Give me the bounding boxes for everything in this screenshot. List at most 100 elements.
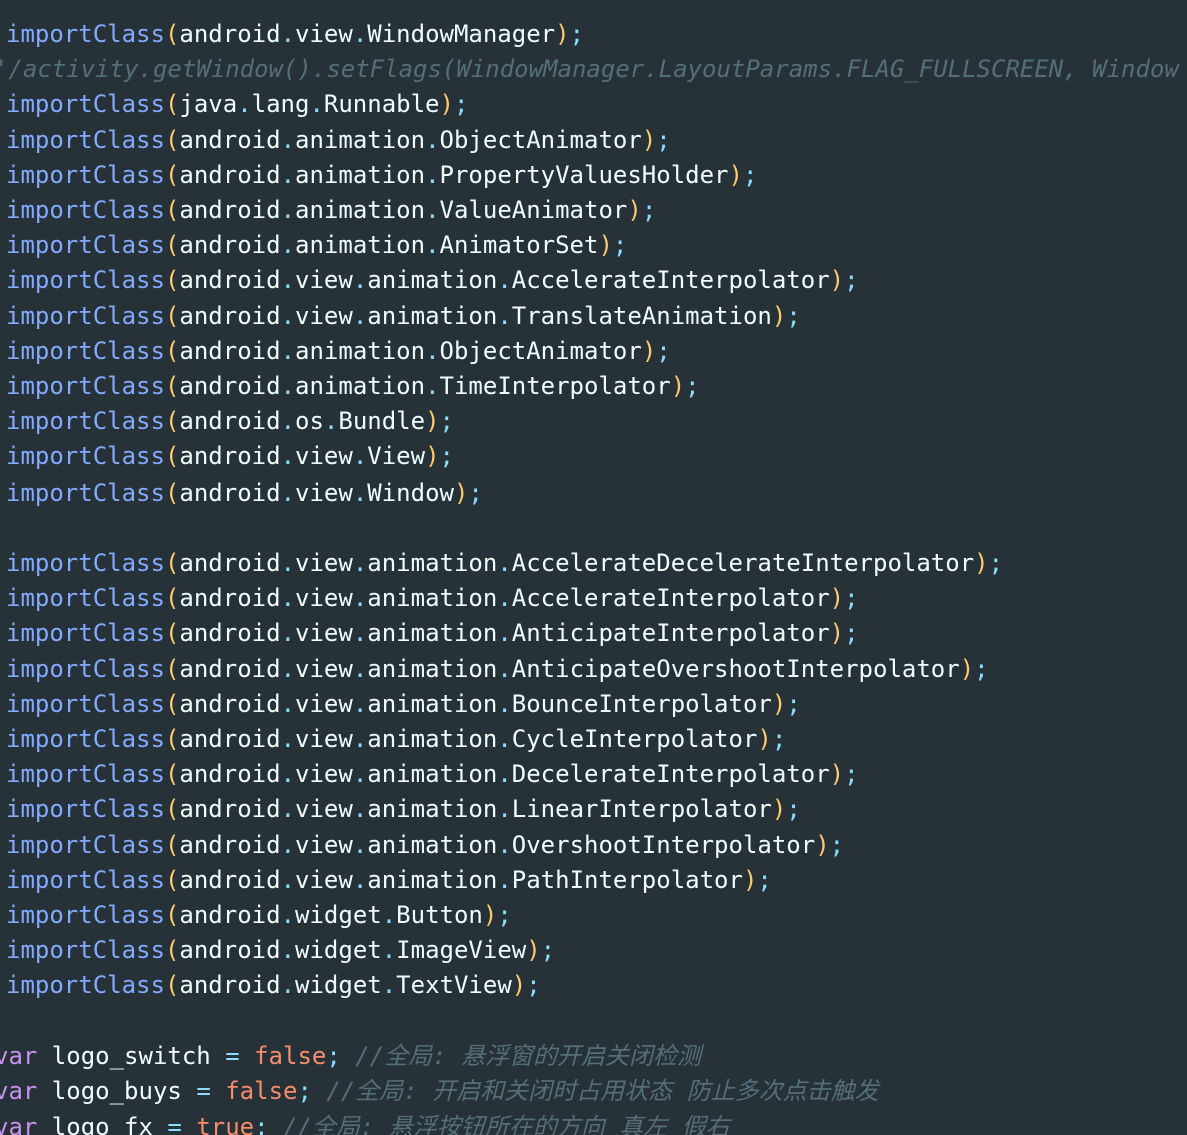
identifier: android [179, 831, 281, 859]
identifier: android [179, 971, 281, 999]
semicolon: ; [786, 795, 801, 823]
identifier: AnticipateOvershootInterpolator [511, 655, 960, 683]
identifier: animation [295, 126, 426, 154]
dot: . [280, 795, 296, 823]
dot: . [352, 725, 368, 753]
identifier [269, 1113, 283, 1135]
dot: . [497, 655, 512, 683]
code-line[interactable]: importClass(android.animation.PropertyVa… [6, 158, 757, 193]
keyword: var [0, 1042, 38, 1070]
identifier: android [179, 725, 281, 753]
identifier: android [179, 760, 281, 788]
code-line[interactable]: importClass(android.view.animation.Accel… [6, 546, 1003, 581]
semicolon: ; [742, 161, 758, 189]
semicolon: ; [771, 725, 787, 753]
dot: . [352, 760, 368, 788]
identifier [182, 1113, 196, 1135]
code-line[interactable]: importClass(java.lang.Runnable); [6, 87, 468, 122]
code-line[interactable]: var logo_buys = false; //全局: 开启和关闭时占用状态 … [0, 1074, 879, 1109]
code-line[interactable]: importClass(android.os.Bundle); [6, 404, 454, 439]
identifier [341, 1042, 355, 1070]
identifier: animation [367, 549, 498, 577]
dot: . [280, 231, 296, 259]
code-line[interactable]: importClass(android.widget.TextView); [6, 968, 541, 1003]
function-name: importClass [6, 302, 165, 330]
semicolon: ; [757, 866, 772, 894]
identifier: BounceInterpolator [511, 690, 772, 718]
code-line[interactable]: importClass(android.view.animation.Antic… [6, 616, 859, 651]
identifier: ImageView [396, 936, 527, 964]
identifier: android [179, 231, 281, 259]
code-line[interactable]: importClass(android.animation.ValueAnima… [6, 193, 656, 228]
identifier: widget [295, 901, 382, 929]
dot: . [280, 161, 296, 189]
code-line[interactable]: importClass(android.widget.Button); [6, 898, 512, 933]
code-line[interactable]: importClass(android.animation.ObjectAnim… [6, 334, 671, 369]
code-line[interactable]: importClass(android.view.animation.Decel… [6, 757, 859, 792]
paren: ) [829, 619, 845, 647]
dot: . [381, 901, 397, 929]
dot: . [280, 126, 296, 154]
dot: . [352, 302, 368, 330]
code-line[interactable]: importClass(android.view.animation.Accel… [6, 581, 859, 616]
identifier: os [295, 407, 324, 435]
function-name: importClass [6, 690, 165, 718]
code-line[interactable]: var logo_fx = true; //全局: 悬浮按钮所在的方向 真左 假… [0, 1110, 730, 1135]
code-line[interactable]: importClass(android.view.animation.Cycle… [6, 722, 786, 757]
paren: ( [164, 126, 180, 154]
code-line[interactable]: importClass(android.view.Window); [6, 476, 483, 511]
code-line[interactable]: importClass(android.view.animation.Accel… [6, 263, 859, 298]
function-name: importClass [6, 831, 165, 859]
identifier: android [179, 549, 281, 577]
function-name: importClass [6, 760, 165, 788]
paren: ) [670, 372, 686, 400]
paren: ) [815, 831, 830, 859]
dot: . [280, 936, 296, 964]
identifier: animation [367, 760, 498, 788]
paren: ( [164, 161, 180, 189]
paren: ( [164, 479, 180, 507]
code-line[interactable]: importClass(android.view.animation.Linea… [6, 792, 801, 827]
dot: . [280, 901, 296, 929]
code-line[interactable]: importClass(android.animation.AnimatorSe… [6, 228, 627, 263]
code-line[interactable]: importClass(android.widget.ImageView); [6, 933, 555, 968]
dot: . [352, 549, 368, 577]
identifier: android [179, 266, 281, 294]
paren: ( [164, 372, 180, 400]
paren: ( [164, 442, 180, 470]
code-line[interactable]: importClass(android.animation.TimeInterp… [6, 369, 700, 404]
dot: . [237, 90, 252, 118]
code-editor[interactable]: importClass(android.view.WindowManager);… [0, 0, 1187, 1135]
paren: ) [959, 655, 975, 683]
code-line[interactable]: importClass(android.view.animation.Bounc… [6, 687, 801, 722]
code-line[interactable]: '/activity.getWindow().setFlags(WindowMa… [0, 52, 1179, 87]
keyword: var [0, 1077, 38, 1105]
code-line[interactable]: importClass(android.view.animation.Antic… [6, 652, 989, 687]
code-line[interactable]: importClass(android.animation.ObjectAnim… [6, 123, 671, 158]
paren: ( [164, 231, 180, 259]
identifier: Button [396, 901, 483, 929]
semicolon: ; [453, 90, 469, 118]
identifier: android [179, 866, 281, 894]
paren: ( [164, 971, 180, 999]
code-line[interactable]: importClass(android.view.WindowManager); [6, 17, 584, 52]
identifier: logo_switch [37, 1042, 226, 1070]
code-line[interactable]: importClass(android.view.animation.Trans… [6, 299, 801, 334]
code-line[interactable]: importClass(android.view.animation.PathI… [6, 863, 772, 898]
code-line[interactable]: importClass(android.view.View); [6, 439, 454, 474]
dot: . [280, 479, 296, 507]
dot: . [280, 971, 296, 999]
identifier: animation [367, 655, 498, 683]
semicolon: ; [526, 971, 541, 999]
code-line[interactable]: var logo_switch = false; //全局: 悬浮窗的开启关闭检… [0, 1039, 701, 1074]
dot: . [280, 549, 296, 577]
identifier: android [179, 901, 281, 929]
paren: ) [829, 760, 845, 788]
paren: ( [164, 725, 180, 753]
paren: ) [555, 20, 570, 48]
dot: . [425, 337, 440, 365]
dot: . [425, 231, 440, 259]
identifier: WindowManager [367, 20, 556, 48]
function-name: importClass [6, 901, 165, 929]
code-line[interactable]: importClass(android.view.animation.Overs… [6, 828, 844, 863]
